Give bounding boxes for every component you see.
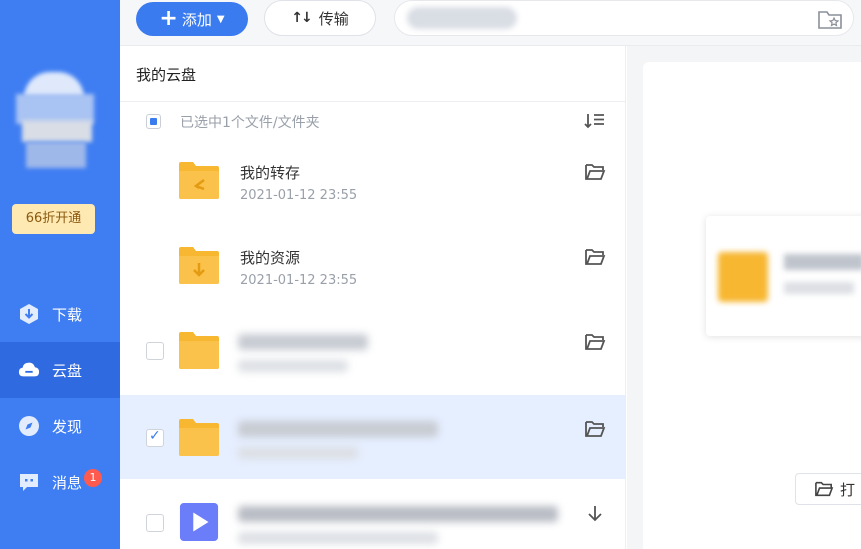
row-checkbox[interactable] — [146, 514, 164, 532]
open-folder-icon[interactable] — [584, 162, 606, 182]
open-folder-icon[interactable] — [584, 247, 606, 267]
sidebar-item-label: 消息 — [52, 473, 83, 492]
video-file-icon — [179, 502, 219, 542]
open-folder-icon[interactable] — [584, 332, 606, 352]
folder-download-icon — [179, 247, 219, 284]
selection-bar: 已选中1个文件/文件夹 — [120, 108, 626, 136]
file-date-redacted — [238, 360, 348, 372]
compass-icon — [19, 416, 39, 436]
add-button-label: 添加 — [181, 10, 212, 29]
plus-icon: + — [159, 6, 178, 31]
app-window: 66折开通 下载 云盘 发现 消息 1 + 添加 ▼ ↑↓ 传输 我的云盘 已选… — [0, 0, 861, 549]
file-name-redacted — [238, 334, 368, 350]
folder-icon — [179, 332, 219, 369]
sidebar-item-discover[interactable]: 发现 — [0, 398, 120, 454]
file-date: 2021-01-12 23:55 — [240, 273, 358, 288]
list-item[interactable] — [120, 480, 626, 549]
sidebar: 66折开通 下载 云盘 发现 消息 1 — [0, 0, 120, 549]
list-item[interactable] — [120, 395, 626, 479]
sidebar-item-cloud[interactable]: 云盘 — [0, 342, 120, 398]
selection-count-text: 已选中1个文件/文件夹 — [180, 115, 320, 131]
caret-down-icon: ▼ — [216, 13, 225, 25]
detail-file-card — [706, 216, 861, 336]
download-icon — [20, 304, 38, 324]
sidebar-item-label: 发现 — [52, 417, 83, 436]
divider — [120, 101, 626, 102]
cloud-icon — [18, 362, 40, 377]
file-date-redacted — [238, 447, 358, 459]
transfer-button[interactable]: ↑↓ 传输 — [264, 0, 376, 36]
list-item[interactable]: 我的资源 2021-01-12 23:55 — [120, 223, 626, 307]
list-item[interactable] — [120, 308, 626, 392]
message-count-badge: 1 — [84, 469, 103, 487]
sidebar-item-messages[interactable]: 消息 1 — [0, 454, 120, 510]
sidebar-item-label: 云盘 — [52, 361, 83, 380]
file-list-panel: 我的云盘 已选中1个文件/文件夹 我的转存 2021-01-12 23:55 我… — [120, 46, 626, 549]
open-button-label: 打 — [840, 480, 856, 499]
detail-name-redacted — [784, 254, 861, 270]
file-name-redacted — [238, 506, 558, 522]
folder-transfer-icon — [179, 162, 219, 199]
sidebar-item-download[interactable]: 下载 — [0, 286, 120, 342]
select-all-checkbox[interactable] — [146, 114, 161, 129]
detail-folder-icon — [718, 252, 768, 302]
breadcrumb[interactable]: 我的云盘 — [136, 64, 196, 85]
detail-meta-redacted — [784, 282, 854, 294]
folder-icon — [179, 419, 219, 456]
search-input[interactable] — [394, 0, 854, 36]
file-date-redacted — [238, 532, 438, 544]
open-folder-icon — [815, 481, 834, 497]
file-date: 2021-01-12 23:55 — [240, 188, 358, 203]
download-arrow-icon[interactable] — [584, 504, 606, 524]
file-name: 我的资源 — [240, 249, 301, 267]
transfer-button-label: 传输 — [318, 9, 349, 28]
transfer-arrows-icon: ↑↓ — [291, 10, 313, 26]
vip-upgrade-button[interactable]: 66折开通 — [12, 204, 95, 234]
open-folder-icon[interactable] — [584, 419, 606, 439]
sort-icon[interactable] — [584, 112, 606, 130]
search-query-redacted — [407, 7, 517, 29]
file-name-redacted — [238, 421, 438, 437]
star-folder-icon[interactable] — [817, 7, 843, 31]
file-name: 我的转存 — [240, 164, 301, 182]
top-toolbar: + 添加 ▼ ↑↓ 传输 — [120, 0, 861, 46]
add-button[interactable]: + 添加 ▼ — [136, 2, 248, 36]
row-checkbox[interactable] — [146, 428, 164, 447]
open-button[interactable]: 打 — [795, 473, 861, 505]
list-item[interactable]: 我的转存 2021-01-12 23:55 — [120, 138, 626, 222]
row-checkbox[interactable] — [146, 342, 164, 360]
avatar[interactable] — [16, 72, 94, 172]
sidebar-item-label: 下载 — [52, 305, 83, 324]
message-icon — [20, 474, 38, 491]
